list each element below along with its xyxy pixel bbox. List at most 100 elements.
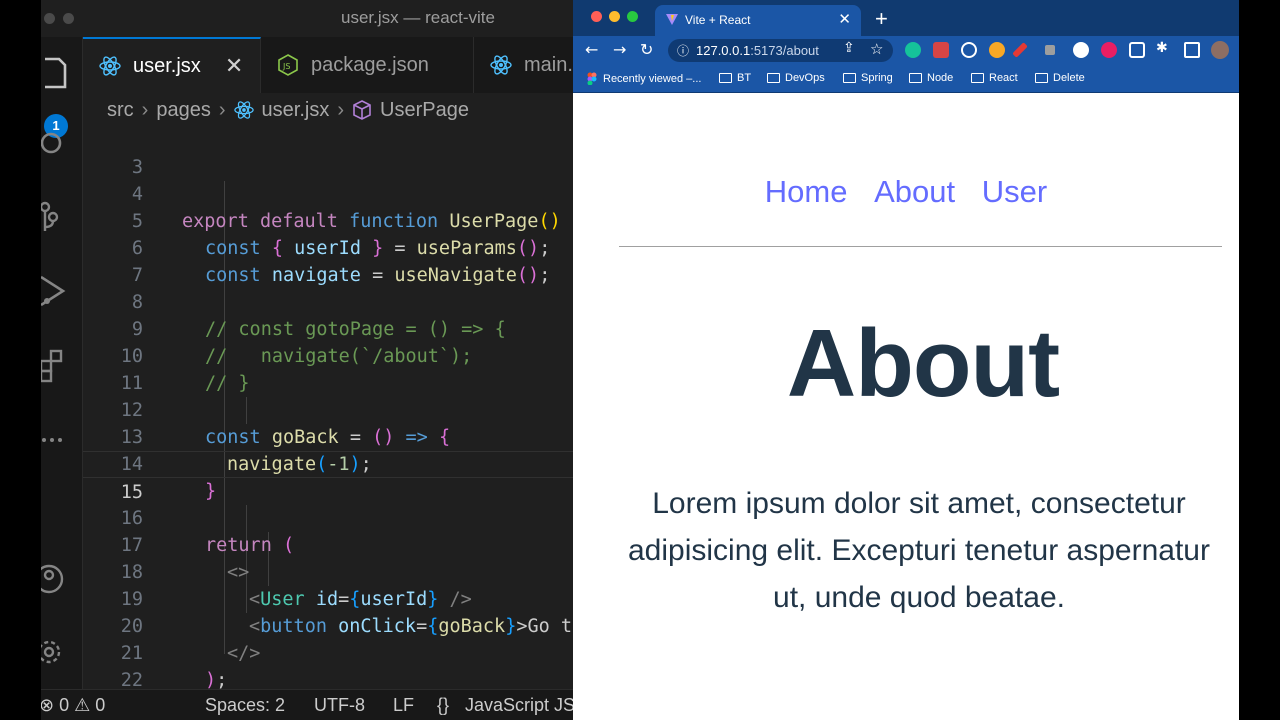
bookmarks-bar: Recently viewed –... BT DevOps Spring No… (573, 65, 1239, 93)
code-line-current: 15 (83, 451, 573, 503)
more-icon[interactable] (41, 420, 81, 460)
bookmark-folder[interactable]: DevOps (767, 72, 825, 84)
tab-package-json[interactable]: JS package.json (261, 37, 474, 93)
page-paragraph: Lorem ipsum dolor sit amet, consectetur … (628, 487, 1210, 614)
close-icon[interactable]: ✕ (838, 10, 851, 28)
code-line: 13 navigate(-1); (120, 427, 372, 475)
chrome-icon[interactable] (989, 42, 1005, 58)
breadcrumb-symbol[interactable]: UserPage (380, 99, 469, 122)
code-line: 11 (120, 373, 143, 394)
indentation-status[interactable]: Spaces: 2 (205, 695, 285, 716)
language-status[interactable]: JavaScript JS (465, 695, 573, 716)
close-icon[interactable]: ✕ (225, 53, 243, 79)
extension-icon[interactable] (1012, 42, 1028, 58)
source-control-icon[interactable] (41, 197, 81, 237)
bookmark-folder[interactable]: Node (909, 72, 953, 84)
code-line: 16 return ( (120, 508, 295, 556)
window-maximize-dot[interactable] (627, 11, 638, 22)
browser-tab-title: Vite + React (685, 13, 751, 27)
browser-toolbar: ← → ↻ ⓘ 127.0.0.1:5173/about ⇪ ☆ ✱ (573, 36, 1239, 65)
bookmark-folder[interactable]: Spring (843, 72, 893, 84)
screen-border (1239, 0, 1280, 720)
breadcrumb-file[interactable]: user.jsx (262, 99, 330, 122)
site-info-icon[interactable]: ⓘ (677, 42, 689, 59)
warning-icon: ⚠ (74, 695, 91, 715)
code-line: 8 // const gotoPage = () => { (131, 292, 506, 340)
code-line: 12 const goBack = () => { (120, 400, 451, 448)
code-line: 21 ); (120, 643, 228, 689)
react-icon (99, 55, 121, 77)
extensions-puzzle-icon[interactable]: ✱ (1156, 40, 1168, 56)
encoding-status[interactable]: UTF-8 (314, 695, 365, 716)
run-debug-icon[interactable] (41, 271, 81, 311)
code-line: 9 // navigate(`/about`); (131, 319, 473, 367)
side-panel-icon[interactable] (1184, 42, 1200, 58)
braces-icon[interactable]: {} (437, 695, 449, 716)
code-line: 19 <button onClick={goBack}>Go to (120, 589, 573, 637)
window-title: user.jsx — react-vite (341, 8, 495, 27)
grammarly-icon[interactable] (905, 42, 921, 58)
browser-tab[interactable]: Vite + React ✕ (655, 5, 861, 36)
forward-icon[interactable]: → (613, 40, 626, 59)
activity-bar: 1 (41, 37, 83, 689)
url-path: :5173/about (750, 43, 819, 58)
web-page: Home About User About Lorem ipsum dolor … (573, 94, 1239, 720)
code-line: 20 </> (120, 616, 261, 664)
bookmark-folder[interactable]: BT (719, 72, 751, 84)
extension-icon[interactable] (1073, 42, 1089, 58)
symbol-icon (352, 100, 372, 120)
tab-label: main. (524, 53, 573, 76)
reload-icon[interactable]: ↻ (640, 40, 653, 59)
window-close-dot[interactable] (44, 13, 55, 24)
problems-status[interactable]: ⊗ 0 ⚠ 0 (41, 695, 105, 716)
bookmark-recently-viewed[interactable]: Recently viewed –... (587, 72, 701, 85)
search-icon[interactable] (41, 123, 81, 163)
browser-tabstrip: Vite + React ✕ + (573, 0, 1239, 36)
extensions-icon[interactable] (41, 345, 81, 385)
avatar[interactable] (1211, 41, 1229, 59)
tab-label: user.jsx (133, 54, 201, 77)
svg-text:JS: JS (282, 62, 290, 71)
bookmark-star-icon[interactable]: ☆ (870, 40, 883, 58)
chevron-right-icon: › (337, 98, 344, 121)
eol-status[interactable]: LF (393, 695, 414, 716)
code-line: 14 } (120, 454, 217, 502)
tab-user-jsx[interactable]: user.jsx ✕ (83, 37, 261, 93)
bookmark-folder[interactable]: React (971, 72, 1018, 84)
account-icon[interactable] (41, 559, 81, 599)
url-host: 127.0.0.1 (696, 43, 751, 58)
nodejs-icon: JS (277, 54, 299, 76)
nav-link-home[interactable]: Home (765, 174, 848, 209)
breadcrumb-src[interactable]: src (107, 99, 134, 122)
breadcrumb: src › pages › user.jsx › UserPage (83, 93, 573, 127)
extension-icon[interactable] (1129, 42, 1145, 58)
folder-icon (971, 73, 984, 83)
code-editor[interactable]: 3 4 export default function UserPage() {… (83, 127, 573, 689)
bookmark-folder[interactable]: Delete (1035, 72, 1085, 84)
window-minimize-dot[interactable] (609, 11, 620, 22)
extension-icon[interactable] (961, 42, 977, 58)
status-bar: ⊗ 0 ⚠ 0 Spaces: 2 UTF-8 LF {} JavaScript… (41, 689, 573, 720)
tab-main[interactable]: main. (474, 37, 573, 93)
extension-icon[interactable] (1101, 42, 1117, 58)
vscode-window: user.jsx — react-vite 1 user.jsx ✕ JS pa… (41, 0, 573, 720)
vscode-titlebar: user.jsx — react-vite (41, 0, 573, 37)
share-icon[interactable]: ⇪ (843, 40, 855, 56)
error-icon: ⊗ (41, 695, 55, 715)
window-close-dot[interactable] (591, 11, 602, 22)
settings-gear-icon[interactable] (41, 632, 81, 672)
extension-icon[interactable] (1045, 45, 1055, 55)
explorer-icon[interactable] (41, 53, 81, 93)
nav-link-about[interactable]: About (874, 174, 955, 209)
react-icon (233, 100, 254, 120)
window-minimize-dot[interactable] (63, 13, 74, 24)
extension-icon[interactable] (933, 42, 949, 58)
address-bar[interactable]: ⓘ 127.0.0.1:5173/about (668, 39, 893, 62)
code-line: 5 const { userId } = useParams(); (131, 211, 551, 259)
folder-icon (843, 73, 856, 83)
react-icon (490, 54, 512, 76)
nav-link-user[interactable]: User (982, 174, 1047, 209)
breadcrumb-pages[interactable]: pages (156, 99, 211, 122)
new-tab-icon[interactable]: + (875, 6, 888, 32)
back-icon[interactable]: ← (585, 40, 598, 59)
